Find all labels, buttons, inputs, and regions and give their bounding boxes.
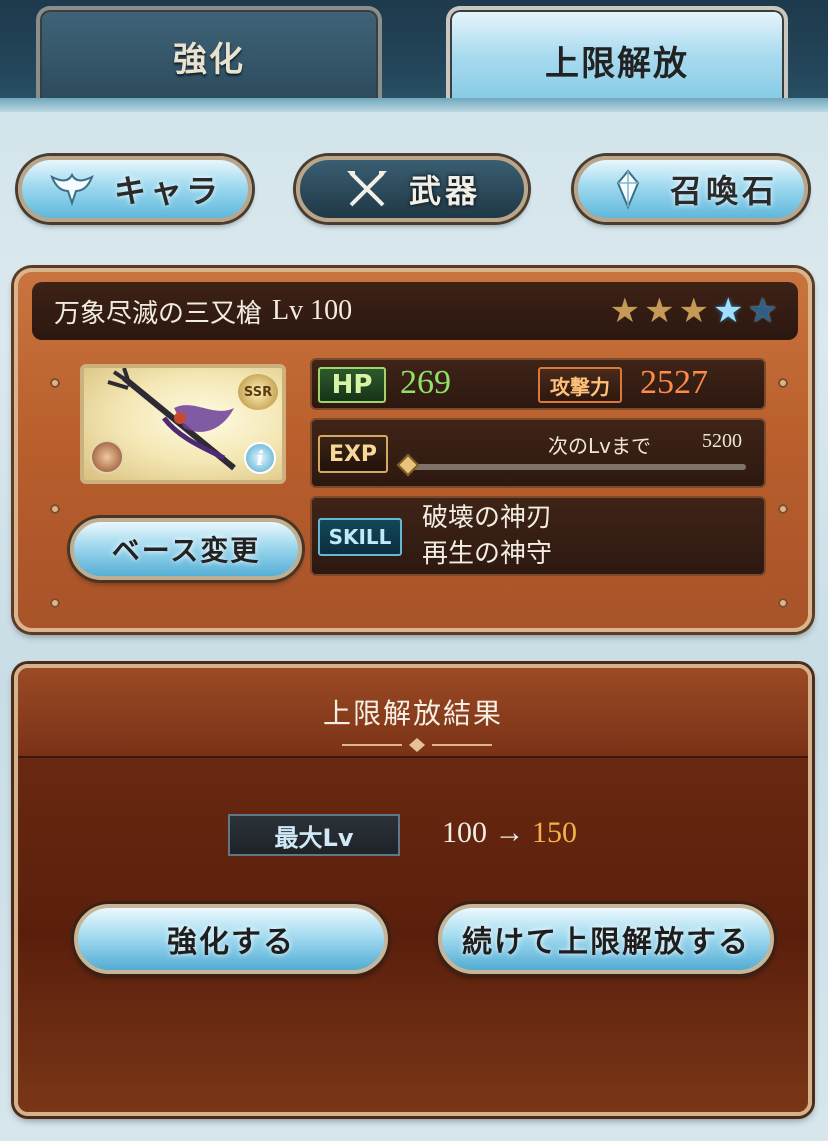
exp-label: EXP	[318, 435, 388, 473]
weapon-card: 万象尽滅の三又槍 Lv 100 ★ ★ ★ ★ ★ SSR i ベース変更 HP…	[14, 268, 812, 632]
continue-limit-break-label: 続けて上限解放する	[462, 925, 750, 960]
ornament-divider-icon	[342, 738, 492, 752]
star-icon: ★	[644, 291, 675, 331]
crystal-icon	[616, 169, 640, 209]
level-to: 150	[532, 816, 577, 849]
enhance-button[interactable]: 強化する	[74, 904, 388, 974]
summon-button[interactable]: 召喚石	[574, 156, 808, 222]
tab-bar: 強化 上限解放	[0, 0, 828, 112]
rivet-ornament	[50, 504, 60, 514]
crossed-weapons-icon	[346, 171, 387, 207]
weapon-thumbnail[interactable]: SSR i	[80, 364, 286, 484]
exp-row: EXP 次のLvまで 5200	[310, 418, 766, 488]
result-title: 上限解放結果	[322, 697, 503, 730]
uncap-stars: ★ ★ ★ ★ ★	[610, 294, 778, 328]
max-level-label: 最大Lv	[228, 814, 400, 856]
weapon-button[interactable]: 武器	[296, 156, 528, 222]
weapon-level: Lv 100	[272, 295, 353, 326]
rivet-ornament	[778, 504, 788, 514]
level-arrow: →	[494, 816, 525, 849]
element-icon	[90, 440, 124, 474]
star-icon: ★	[713, 291, 744, 331]
ssr-badge: SSR	[238, 374, 278, 410]
stats-row: HP 269 攻撃力 2527	[310, 358, 766, 410]
continue-limit-break-button[interactable]: 続けて上限解放する	[438, 904, 774, 974]
skill-name[interactable]: 破壊の神刃	[422, 500, 552, 536]
hp-value: 269	[400, 364, 451, 401]
star-icon: ★	[678, 291, 710, 331]
exp-progress-bar	[412, 464, 746, 470]
skill-label: SKILL	[318, 518, 402, 556]
skill-name[interactable]: 再生の神守	[422, 536, 552, 572]
hp-label: HP	[318, 367, 386, 403]
atk-label: 攻撃力	[538, 367, 622, 403]
level-change: 100 → 150	[442, 816, 577, 850]
tab-enhance-label: 強化	[173, 39, 245, 80]
chara-button[interactable]: キャラ	[18, 156, 252, 222]
weapon-title-bar: 万象尽滅の三又槍 Lv 100 ★ ★ ★ ★ ★	[32, 282, 798, 340]
atk-value: 2527	[640, 364, 708, 401]
level-from: 100	[442, 816, 487, 849]
base-change-button[interactable]: ベース変更	[70, 518, 302, 580]
exp-marker-icon	[396, 453, 420, 477]
summon-label: 召喚石	[669, 172, 778, 210]
enhance-button-label: 強化する	[167, 925, 295, 960]
winged-crest-icon	[50, 172, 94, 207]
star-icon: ★	[609, 291, 641, 331]
tab-limit-break-label: 上限解放	[545, 43, 689, 84]
rivet-ornament	[778, 378, 788, 388]
info-icon[interactable]: i	[244, 442, 276, 474]
weapon-name: 万象尽滅の三又槍	[54, 297, 263, 328]
chara-label: キャラ	[113, 172, 222, 210]
exp-next-label: 次のLvまで	[548, 434, 651, 458]
exp-next-value: 5200	[702, 430, 742, 452]
tab-limit-break[interactable]: 上限解放	[446, 6, 788, 110]
base-change-label: ベース変更	[111, 534, 261, 567]
limit-break-result-panel: 上限解放結果 最大Lv 100 → 150 強化する 続けて上限解放する	[14, 664, 812, 1116]
star-icon: ★	[747, 291, 778, 331]
skill-list: 破壊の神刃 再生の神守	[422, 500, 552, 572]
rivet-ornament	[50, 598, 60, 608]
rivet-ornament	[778, 598, 788, 608]
rivet-ornament	[50, 378, 60, 388]
weapon-label: 武器	[408, 172, 481, 210]
skill-row: SKILL 破壊の神刃 再生の神守	[310, 496, 766, 576]
tab-enhance[interactable]: 強化	[36, 6, 382, 102]
